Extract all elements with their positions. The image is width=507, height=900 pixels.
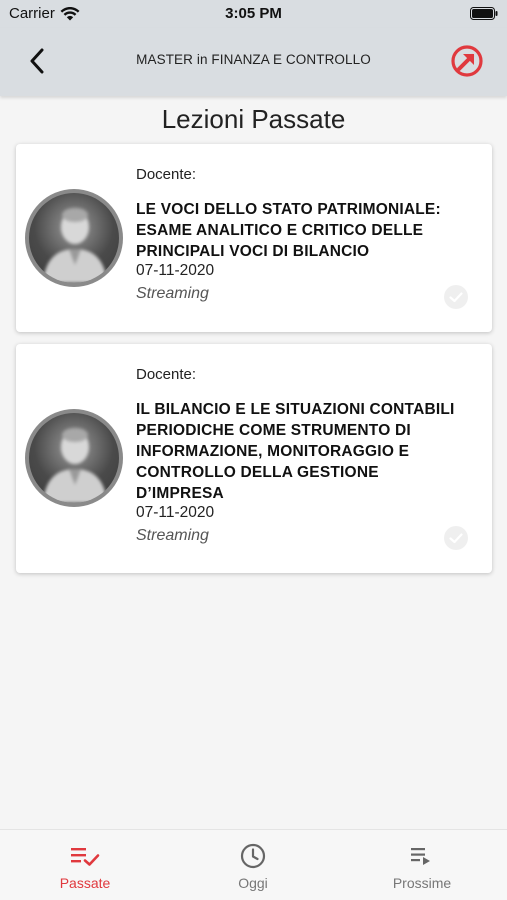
tab-label: Prossime bbox=[392, 875, 452, 891]
lesson-title: IL BILANCIO E LE SITUAZIONI CONTABILI PE… bbox=[136, 401, 455, 502]
battery-icon bbox=[470, 7, 498, 24]
tab-oggi[interactable]: Oggi bbox=[193, 842, 313, 891]
back-button[interactable] bbox=[22, 44, 52, 78]
status-bar: Carrier 3:05 PM bbox=[0, 0, 507, 28]
teacher-label: Docente: bbox=[136, 166, 197, 183]
list-check-icon bbox=[71, 848, 100, 866]
clock-icon bbox=[240, 843, 266, 869]
tab-prossime[interactable]: Prossime bbox=[362, 842, 482, 891]
navigation-bar: MASTER in FINANZA E CONTROLLO bbox=[0, 28, 507, 96]
teacher-label: Docente: bbox=[136, 366, 197, 383]
list-play-icon bbox=[411, 848, 430, 865]
page-title: Lezioni Passate bbox=[161, 104, 346, 134]
lesson-mode: Streaming bbox=[136, 527, 209, 544]
lesson-date: 07-11-2020 bbox=[136, 262, 215, 279]
tab-bar: Passate Oggi Prossime bbox=[0, 829, 507, 900]
external-link-icon bbox=[451, 45, 483, 77]
lesson-card[interactable]: Docente: IL BILANCIO E LE SITUAZIONI CON… bbox=[16, 344, 492, 573]
tab-label: Passate bbox=[59, 875, 111, 891]
teacher-avatar bbox=[25, 409, 123, 507]
chevron-left-icon bbox=[30, 48, 44, 74]
checkmark-circle-icon bbox=[444, 285, 468, 309]
lesson-card[interactable]: Docente: LE VOCI DELLO STATO PATRIMONIAL… bbox=[16, 144, 492, 332]
lesson-date: 07-11-2020 bbox=[136, 504, 215, 521]
teacher-avatar bbox=[25, 189, 123, 287]
tab-passate[interactable]: Passate bbox=[25, 842, 145, 891]
tab-label: Oggi bbox=[238, 875, 268, 891]
lesson-mode: Streaming bbox=[136, 285, 209, 302]
checkmark-circle-icon bbox=[444, 526, 468, 550]
open-external-button[interactable] bbox=[449, 43, 485, 79]
course-title: MASTER in FINANZA E CONTROLLO bbox=[136, 52, 371, 67]
status-time: 3:05 PM bbox=[225, 5, 282, 22]
lesson-title: LE VOCI DELLO STATO PATRIMONIALE: ESAME … bbox=[136, 201, 441, 260]
